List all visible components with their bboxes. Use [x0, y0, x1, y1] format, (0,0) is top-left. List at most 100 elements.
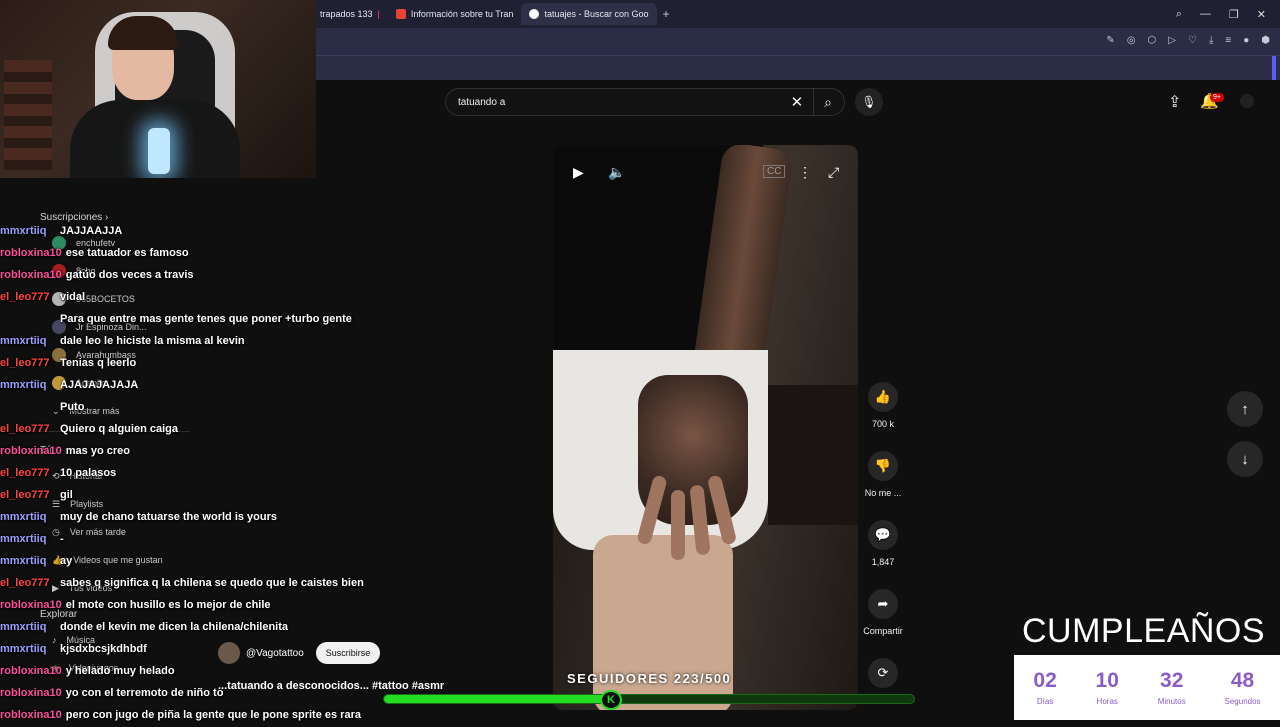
follower-goal-fill [384, 695, 621, 703]
kick-logo-icon: K [600, 690, 622, 710]
volume-icon[interactable]: 🔈 [608, 164, 625, 181]
play-icon[interactable]: ▷ [1168, 35, 1176, 46]
chat-message: robloxina10 el mote con husillo es lo mej… [0, 594, 420, 616]
chat-message: el_leo777 vidal [0, 286, 420, 308]
chat-text: vidal [60, 291, 86, 303]
chat-text: kjsdxbcsjkdhbdf [60, 643, 147, 655]
comments-action[interactable]: 💬 1,847 [862, 520, 904, 567]
next-short-button[interactable]: ↓ [1227, 441, 1263, 477]
countdown-value: 10 [1095, 669, 1119, 692]
screenshot-icon[interactable]: ◎ [1127, 35, 1136, 46]
mic-icon[interactable]: 🎙 [855, 88, 883, 116]
share-action[interactable]: ➦ Compartir [862, 589, 904, 636]
heart-icon[interactable]: ♡ [1188, 35, 1197, 46]
countdown-seconds: 48 Segundos [1225, 669, 1261, 706]
minimize-icon[interactable]: — [1200, 8, 1211, 20]
previous-short-button[interactable]: ↑ [1227, 391, 1263, 427]
more-options-icon[interactable]: ⋮ [798, 164, 812, 181]
accent-strip [1272, 56, 1276, 80]
chat-username[interactable]: robloxina10 [0, 247, 62, 259]
chat-message: mmxrtiiq JAJJAAJJA [0, 220, 420, 242]
extension-icon[interactable]: ⬢ [1261, 35, 1270, 46]
subscribe-button[interactable]: Suscribirse [315, 642, 381, 664]
tab-google-search[interactable]: tatuajes - Buscar con Goo [521, 3, 657, 25]
countdown-label: Días [1036, 697, 1054, 706]
search-tabs-icon[interactable]: ⌕ [1176, 8, 1182, 21]
fullscreen-icon[interactable]: ⤢ [828, 164, 839, 181]
share-icon[interactable]: ➦ [868, 589, 898, 619]
chat-message: el_leo777 gil [0, 484, 420, 506]
chat-username[interactable]: mmxrtiiq [0, 511, 56, 523]
chat-username[interactable]: el_leo777 [0, 357, 56, 369]
chat-username[interactable]: mmxrtiiq [0, 621, 56, 633]
tab-twitch[interactable]: trapados 133 | [312, 3, 388, 25]
countdown-label: Horas [1096, 697, 1118, 706]
profile-icon[interactable]: ● [1243, 35, 1249, 46]
search-input[interactable]: tatuando a [458, 97, 791, 108]
dislike-action[interactable]: 👎 No me ... [862, 451, 904, 498]
birthday-title: CUMPLEAÑOS [1022, 612, 1266, 650]
menu-icon[interactable]: ≡ [1225, 35, 1231, 46]
chat-text: el mote con husillo es lo mejor de chile [65, 599, 271, 611]
like-action[interactable]: 👍 700 k [862, 382, 904, 429]
chat-username[interactable]: el_leo777 [0, 489, 56, 501]
short-video-player[interactable]: ▶ 🔈 CC ⋮ ⤢ [553, 145, 858, 710]
search-icon[interactable]: ⌕ [824, 94, 832, 111]
close-icon[interactable]: ✕ [1257, 8, 1266, 21]
chat-username[interactable]: mmxrtiiq [0, 643, 56, 655]
chat-username[interactable]: mmxrtiiq [0, 533, 56, 545]
shield-icon[interactable]: ⬡ [1148, 35, 1157, 46]
chat-username[interactable]: el_leo777 [0, 291, 56, 303]
chat-text: muy de chano tatuarse the world is yours [60, 511, 277, 523]
chat-message: Puto [0, 396, 420, 418]
channel-avatar[interactable] [218, 642, 240, 664]
restore-icon[interactable]: ❐ [1229, 8, 1239, 21]
clear-search-icon[interactable]: ✕ [791, 93, 804, 111]
chat-text: pero con jugo de piña la gente que le po… [65, 709, 361, 721]
chat-message: robloxina10 mas yo creo [0, 440, 420, 462]
avatar[interactable] [1240, 94, 1254, 108]
short-actions: 👍 700 k 👎 No me ... 💬 1,847 ➦ Compartir … [862, 382, 904, 727]
play-icon[interactable]: ▶ [573, 164, 584, 181]
chat-text: y helado muy helado [65, 665, 175, 677]
thumbs-up-icon[interactable]: 👍 [868, 382, 898, 412]
dislike-label: No me ... [864, 488, 902, 498]
chat-username[interactable]: mmxrtiiq [0, 379, 56, 391]
chat-username[interactable]: robloxina10 [0, 269, 62, 281]
chat-text: mas yo creo [65, 445, 130, 457]
new-tab-button[interactable]: + [663, 7, 670, 21]
countdown-value: 02 [1033, 669, 1057, 692]
channel-name[interactable]: @Vagotattoo [246, 648, 304, 659]
chat-username[interactable]: robloxina10 [0, 599, 62, 611]
comment-icon[interactable]: 💬 [868, 520, 898, 550]
chat-username[interactable]: el_leo777 [0, 423, 56, 435]
gmail-icon [395, 9, 406, 19]
chat-message: robloxina10 ese tatuador es famoso [0, 242, 420, 264]
chat-username[interactable]: robloxina10 [0, 665, 62, 677]
upload-icon[interactable]: ⇪ [1168, 92, 1181, 112]
chat-username[interactable]: robloxina10 [0, 709, 62, 721]
chat-username[interactable]: mmxrtiiq [0, 225, 56, 237]
tab-label: tatuajes - Buscar con Goo [544, 9, 649, 19]
chat-username[interactable]: mmxrtiiq [0, 335, 56, 347]
thumbs-down-icon[interactable]: 👎 [868, 451, 898, 481]
countdown-label: Minutos [1157, 697, 1186, 706]
search-bar[interactable]: tatuando a ✕ ⌕ [445, 88, 845, 116]
birthday-countdown: 02 Días 10 Horas 32 Minutos 48 Segundos [1014, 655, 1280, 720]
chat-username[interactable]: el_leo777 [0, 467, 56, 479]
download-icon[interactable]: ⤓ [1209, 35, 1213, 46]
chat-text: Quiero q alguien caiga [60, 423, 178, 435]
chat-username[interactable]: robloxina10 [0, 687, 62, 699]
tab-gmail[interactable]: Información sobre tu Tran [388, 3, 522, 25]
chat-username[interactable]: robloxina10 [0, 445, 62, 457]
chat-message: mmxrtiiq - [0, 528, 420, 550]
tab-close-icon[interactable]: | [378, 9, 380, 19]
webcam-overlay [0, 0, 316, 178]
chat-username[interactable]: mmxrtiiq [0, 555, 56, 567]
captions-icon[interactable]: CC [763, 165, 786, 178]
remix-icon[interactable]: ⟳ [868, 658, 898, 688]
chat-text: Para que entre mas gente tenes que poner… [60, 313, 352, 325]
tab-label: trapados 133 [320, 9, 373, 19]
edit-icon[interactable]: ✎ [1106, 35, 1114, 46]
chat-username[interactable]: el_leo777 [0, 577, 56, 589]
